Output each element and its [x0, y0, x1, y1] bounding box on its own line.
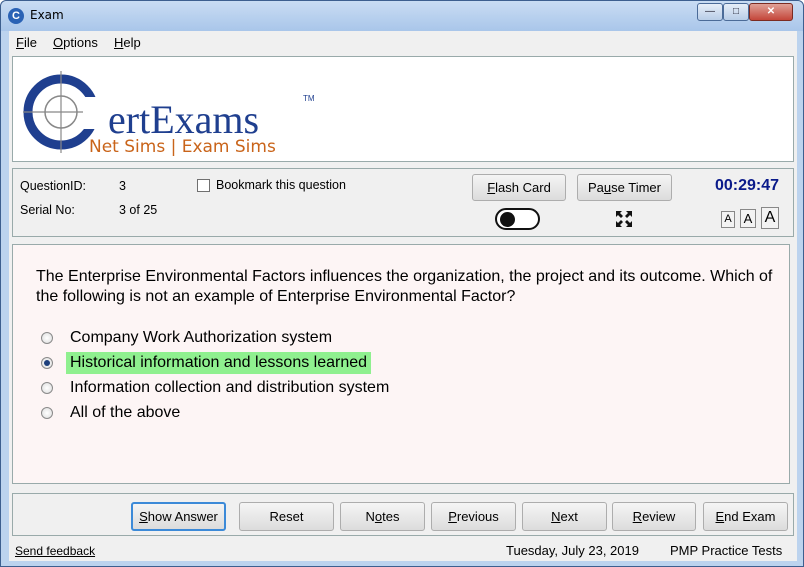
option-4-label[interactable]: All of the above [66, 402, 184, 424]
send-feedback-link[interactable]: Send feedback [15, 544, 95, 558]
bookmark-checkbox[interactable] [197, 179, 210, 192]
review-button[interactable]: Review [612, 502, 696, 531]
font-small-button[interactable]: A [721, 211, 735, 228]
next-button[interactable]: Next [522, 502, 607, 531]
show-answer-button[interactable]: Show Answer [131, 502, 226, 531]
certexams-logo: ertExams TM Net Sims | Exam Sims [23, 71, 315, 157]
question-panel: The Enterprise Environmental Factors inf… [12, 244, 790, 484]
font-medium-button[interactable]: A [740, 209, 756, 228]
serial-label: Serial No: [20, 203, 75, 217]
flash-card-button[interactable]: Flash Card [472, 174, 566, 201]
bookmark-label[interactable]: Bookmark this question [216, 178, 346, 192]
option-1-radio[interactable] [41, 332, 53, 344]
theme-toggle[interactable] [495, 208, 540, 230]
question-text: The Enterprise Environmental Factors inf… [36, 268, 773, 305]
option-3-radio[interactable] [41, 382, 53, 394]
notes-button[interactable]: Notes [340, 502, 425, 531]
title-bar[interactable]: C Exam — □ ✕ [1, 1, 803, 31]
option-3-label[interactable]: Information collection and distribution … [66, 377, 393, 399]
end-exam-button[interactable]: End Exam [703, 502, 788, 531]
navigation-panel: Show Answer Reset Notes Previous Next Re… [12, 493, 794, 536]
app-icon: C [8, 8, 24, 24]
option-2-label[interactable]: Historical information and lessons learn… [66, 352, 372, 374]
menu-help[interactable]: Help [114, 35, 141, 50]
option-4-radio[interactable] [41, 407, 53, 419]
window-title: Exam [30, 8, 64, 22]
menu-file[interactable]: File [16, 35, 37, 50]
menu-options[interactable]: Options [53, 35, 98, 50]
logo-brand-text: ertExams [108, 97, 259, 142]
question-id-value: 3 [119, 179, 126, 193]
close-button[interactable]: ✕ [749, 3, 793, 21]
logo-panel: ertExams TM Net Sims | Exam Sims [12, 56, 794, 162]
previous-button[interactable]: Previous [431, 502, 516, 531]
fullscreen-icon[interactable] [614, 209, 634, 229]
client-area: File Options Help ertExams TM Net Sims |… [9, 31, 797, 561]
reset-button[interactable]: Reset [239, 502, 334, 531]
pause-timer-button[interactable]: Pause Timer [577, 174, 672, 201]
status-date: Tuesday, July 23, 2019 [506, 543, 639, 558]
exam-window: C Exam — □ ✕ File Options Help ertExams … [0, 0, 804, 567]
question-id-label: QuestionID: [20, 179, 87, 193]
status-bar: Send feedback Tuesday, July 23, 2019 PMP… [9, 540, 797, 561]
exam-timer: 00:29:47 [715, 177, 780, 194]
logo-tm: TM [303, 94, 315, 103]
minimize-button[interactable]: — [697, 3, 723, 21]
logo-tagline: Net Sims | Exam Sims [89, 137, 276, 157]
maximize-button[interactable]: □ [723, 3, 749, 21]
toggle-knob [500, 212, 515, 227]
serial-value: 3 of 25 [119, 203, 158, 217]
product-name: PMP Practice Tests [670, 543, 783, 558]
menu-bar: File Options Help [9, 31, 797, 53]
font-large-button[interactable]: A [761, 207, 779, 229]
question-info-panel: QuestionID: 3 Serial No: 3 of 25 Bookmar… [12, 168, 794, 237]
option-2-radio[interactable] [41, 357, 53, 369]
option-1-label[interactable]: Company Work Authorization system [66, 327, 336, 349]
